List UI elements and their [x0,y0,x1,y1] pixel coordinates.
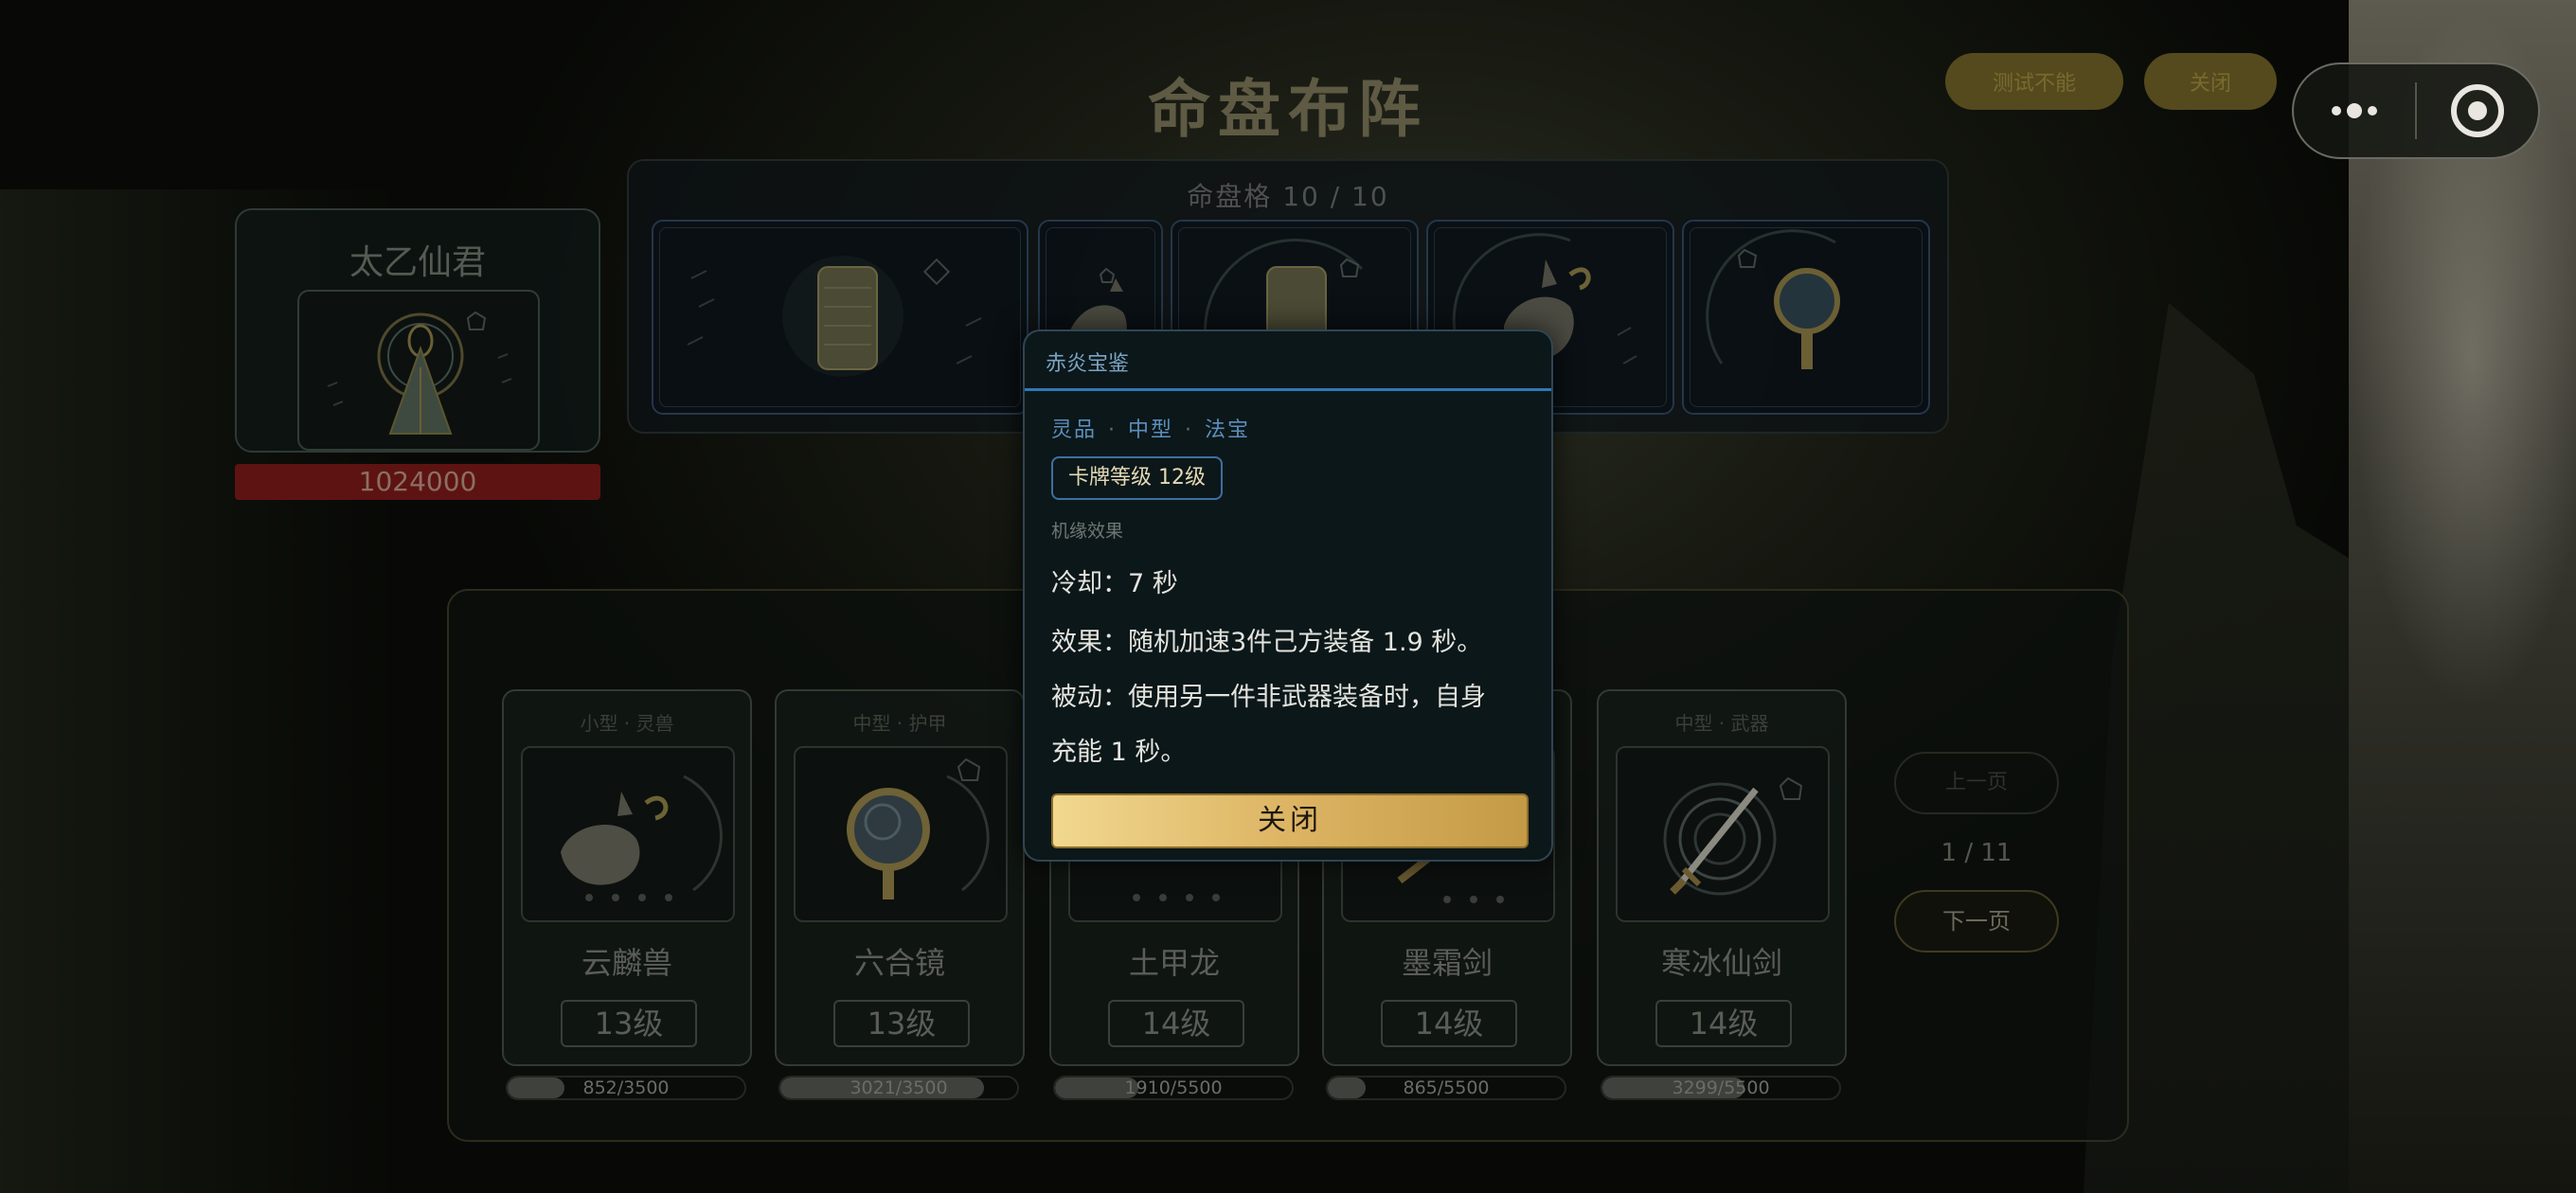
test-button[interactable]: 测试不能 [1945,53,2123,110]
card-xp-text: 3299/5500 [1672,1077,1770,1098]
more-options-button[interactable] [2294,103,2415,118]
more-dot-icon [2347,103,2362,118]
card-art [794,746,1008,922]
ice-sword-icon [1663,776,1803,896]
hero-portrait [297,290,540,451]
prev-page-button[interactable]: 上一页 [1894,752,2059,814]
card-xp-bar: 3299/5500 [1601,1076,1841,1100]
card-level: 14级 [1655,1000,1792,1047]
modal-close-button[interactable]: 关闭 [1051,793,1529,848]
card-xp-bar: 3021/3500 [778,1076,1019,1100]
card-xp-bar: 852/3500 [506,1076,746,1100]
top-close-button[interactable]: 关闭 [2144,53,2277,110]
card-type-label: 中型 · 护甲 [852,712,947,735]
immortal-icon [327,311,512,435]
board-caption: 命盘格 10 / 10 [1187,181,1389,212]
modal-divider [1025,388,1551,391]
card-level: 13级 [561,1000,697,1047]
page-title: 命盘布阵 [1148,73,1428,146]
card-name: 土甲龙 [1128,945,1220,981]
item-detail-modal: 赤炎宝鉴 灵品 · 中型 · 法宝 卡牌等级 12级 机缘效果 冷却：7 秒 效果：随机… [1023,329,1553,862]
next-page-button[interactable]: 下一页 [1894,890,2059,953]
card-type-label: 中型 · 武器 [1674,712,1769,735]
card-name: 寒冰仙剑 [1660,945,1782,981]
exit-button[interactable] [2417,84,2538,137]
item-tag: 灵品 [1051,418,1098,442]
collection-card[interactable]: 中型 · 武器 寒冰仙剑 14级 [1597,689,1847,1066]
effect-line: 被动：使用另一件非武器装备时，自身 [1051,683,1486,712]
target-icon [2450,84,2504,137]
item-tag: 法宝 [1205,418,1251,442]
card-level-badge: 卡牌等级 12级 [1051,456,1223,500]
card-xp-text: 3021/3500 [850,1077,948,1098]
effect-section-label: 机缘效果 [1051,521,1124,542]
mini-program-capsule [2292,62,2540,159]
card-xp-text: 1910/5500 [1124,1077,1223,1098]
card-level: 14级 [1108,1000,1244,1047]
card-xp-text: 865/5500 [1403,1077,1490,1098]
card-xp-text: 852/3500 [582,1077,670,1098]
card-name: 墨霜剑 [1401,945,1493,981]
hero-hp-bar: 1024000 [235,464,600,500]
item-tag: 中型 [1128,418,1174,442]
effect-line: 效果：随机加速3件己方装备 1.9 秒。 [1051,628,1483,657]
card-art [521,746,735,922]
more-dot-icon [2368,106,2377,116]
board-slot[interactable] [1682,220,1930,415]
mirror-icon [847,757,990,899]
collection-card[interactable]: 小型 · 灵兽 云麟兽 13级 [502,689,752,1066]
card-type-label: 小型 · 灵兽 [580,712,674,735]
page-indicator: 1 / 11 [1941,839,2012,867]
hero-name: 太乙仙君 [349,243,486,282]
card-name: 六合镜 [853,945,945,981]
effect-line: 冷却：7 秒 [1051,569,1178,598]
item-tags: 灵品 · 中型 · 法宝 [1051,418,1251,442]
collection-card[interactable]: 中型 · 护甲 六合镜 13级 [775,689,1025,1066]
card-art [1616,746,1830,922]
card-level: 14级 [1381,1000,1517,1047]
hero-card[interactable]: 太乙仙君 [235,208,600,453]
modal-title: 赤炎宝鉴 [1046,352,1130,376]
card-xp-bar: 865/5500 [1326,1076,1566,1100]
card-name: 云麟兽 [581,945,672,981]
background-mist [2339,0,2576,1193]
more-dot-icon [2332,106,2341,116]
card-xp-bar: 1910/5500 [1053,1076,1294,1100]
fox-beast-icon [561,775,723,901]
card-level: 13级 [833,1000,970,1047]
effect-line: 充能 1 秒。 [1051,738,1187,767]
board-slot[interactable] [652,220,1029,415]
